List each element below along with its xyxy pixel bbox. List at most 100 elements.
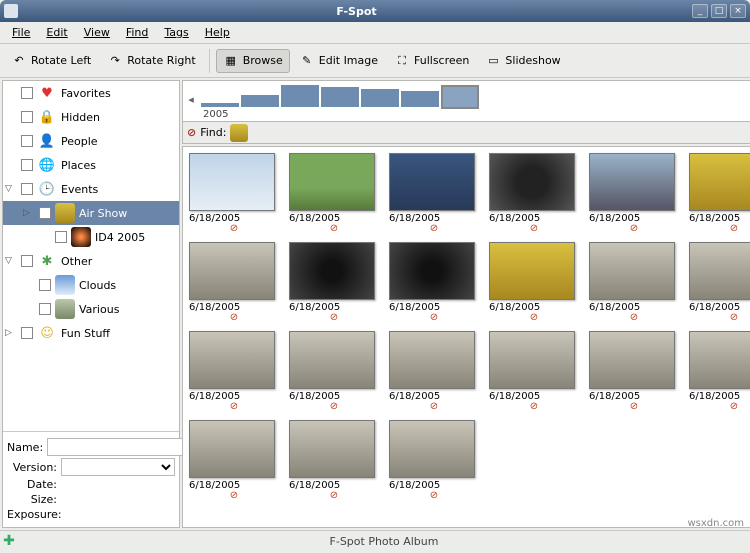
thumbnail[interactable]: 6/18/2005⊘ (189, 153, 279, 234)
thumbnail-image[interactable] (589, 153, 675, 211)
tag-checkbox[interactable] (39, 279, 51, 291)
thumbnail-image[interactable] (289, 420, 375, 478)
menu-file[interactable]: File (4, 24, 38, 41)
thumbnail-image[interactable] (389, 331, 475, 389)
timeline-bar[interactable] (281, 85, 319, 107)
thumbnail-image[interactable] (189, 331, 275, 389)
thumbnail[interactable]: 6/18/2005⊘ (489, 242, 579, 323)
thumbnail-image[interactable] (189, 242, 275, 300)
edit-image-button[interactable]: ✎ Edit Image (292, 49, 385, 73)
thumbnail[interactable]: 6/18/2005⊘ (589, 242, 679, 323)
tag-row-places[interactable]: 🌐Places (3, 153, 179, 177)
thumbnail-image[interactable] (389, 153, 475, 211)
thumbnail[interactable]: 6/18/2005⊘ (489, 331, 579, 412)
menu-help[interactable]: Help (197, 24, 238, 41)
thumbnail[interactable]: 6/18/2005⊘ (489, 153, 579, 234)
timeline-bar[interactable] (441, 85, 479, 109)
tag-row-clouds[interactable]: Clouds (3, 273, 179, 297)
thumbnail[interactable]: 6/18/2005⊘ (389, 242, 479, 323)
thumbnail-image[interactable] (689, 153, 750, 211)
tag-checkbox[interactable]: ✔ (39, 207, 51, 219)
thumbnail-image[interactable] (389, 242, 475, 300)
tag-checkbox[interactable] (21, 327, 33, 339)
timeline-bar[interactable] (361, 89, 399, 107)
thumbnail[interactable]: 6/18/2005⊘ (589, 331, 679, 412)
thumbnail-image[interactable] (589, 331, 675, 389)
expander-icon[interactable]: ▽ (5, 184, 17, 194)
version-select[interactable] (61, 458, 175, 476)
thumbnail-image[interactable] (189, 153, 275, 211)
tag-row-id4-2005[interactable]: ID4 2005 (3, 225, 179, 249)
clear-find-icon[interactable]: ⊘ (187, 126, 196, 139)
tag-row-air-show[interactable]: ▷✔Air Show (3, 201, 179, 225)
tag-row-hidden[interactable]: 🔒Hidden (3, 105, 179, 129)
thumbnail-image[interactable] (489, 331, 575, 389)
tag-checkbox[interactable] (55, 231, 67, 243)
thumbnail-image[interactable] (389, 420, 475, 478)
tag-tree[interactable]: ♥Favorites🔒Hidden👤People🌐Places▽🕒Events ▷… (3, 81, 179, 431)
timeline-prev-button[interactable]: ◂ (185, 93, 197, 109)
timeline-bar[interactable] (401, 91, 439, 107)
thumbnail[interactable]: 6/18/2005⊘ (689, 242, 750, 323)
expander-icon[interactable]: ▷ (5, 328, 17, 338)
tag-row-events[interactable]: ▽🕒Events (3, 177, 179, 201)
thumbnail-image[interactable] (589, 242, 675, 300)
menu-view[interactable]: View (76, 24, 118, 41)
timeline-bars[interactable] (201, 85, 750, 107)
tag-checkbox[interactable] (21, 135, 33, 147)
fullscreen-button[interactable]: ⛶ Fullscreen (387, 49, 476, 73)
thumbnail-image[interactable] (489, 153, 575, 211)
name-field[interactable] (47, 438, 191, 456)
thumbnail-image[interactable] (689, 331, 750, 389)
add-button[interactable]: ✚ (0, 533, 18, 549)
thumbnail[interactable]: 6/18/2005⊘ (389, 331, 479, 412)
thumbnail[interactable]: 6/18/2005⊘ (189, 331, 279, 412)
slideshow-button[interactable]: ▭ Slideshow (478, 49, 567, 73)
timeline-bar[interactable] (321, 87, 359, 107)
thumbnail[interactable]: 6/18/2005⊘ (289, 420, 379, 501)
thumbnail[interactable]: 6/18/2005⊘ (289, 242, 379, 323)
tag-checkbox[interactable] (21, 87, 33, 99)
thumbnail-grid[interactable]: 6/18/2005⊘6/18/2005⊘6/18/2005⊘6/18/2005⊘… (182, 146, 750, 528)
browse-button[interactable]: ▦ Browse (216, 49, 290, 73)
close-button[interactable]: × (730, 4, 746, 18)
thumbnail[interactable]: 6/18/2005⊘ (189, 420, 279, 501)
timeline-bar[interactable] (241, 95, 279, 107)
thumbnail-image[interactable] (489, 242, 575, 300)
expander-icon[interactable]: ▷ (23, 208, 35, 218)
menu-edit[interactable]: Edit (38, 24, 75, 41)
thumbnail[interactable]: 6/18/2005⊘ (289, 331, 379, 412)
tag-row-people[interactable]: 👤People (3, 129, 179, 153)
timeline[interactable]: ◂ ▸ 2005 (182, 80, 750, 122)
thumbnail[interactable]: 6/18/2005⊘ (189, 242, 279, 323)
thumbnail[interactable]: 6/18/2005⊘ (389, 153, 479, 234)
thumbnail[interactable]: 6/18/2005⊘ (689, 331, 750, 412)
tag-row-various[interactable]: Various (3, 297, 179, 321)
tag-checkbox[interactable] (21, 159, 33, 171)
thumbnail[interactable]: 6/18/2005⊘ (589, 153, 679, 234)
tag-row-other[interactable]: ▽✱Other (3, 249, 179, 273)
tag-row-favorites[interactable]: ♥Favorites (3, 81, 179, 105)
thumbnail-image[interactable] (289, 242, 375, 300)
maximize-button[interactable]: □ (711, 4, 727, 18)
thumbnail[interactable]: 6/18/2005⊘ (389, 420, 479, 501)
find-tag-icon[interactable] (230, 124, 248, 142)
timeline-bar[interactable] (201, 103, 239, 107)
rotate-left-button[interactable]: ↶ Rotate Left (4, 49, 98, 73)
tag-row-fun-stuff[interactable]: ▷☺Fun Stuff (3, 321, 179, 345)
tag-checkbox[interactable] (21, 111, 33, 123)
tag-checkbox[interactable] (21, 255, 33, 267)
thumbnail-image[interactable] (689, 242, 750, 300)
thumbnail[interactable]: 6/18/2005⊘ (689, 153, 750, 234)
tag-checkbox[interactable] (21, 183, 33, 195)
thumbnail-image[interactable] (289, 153, 375, 211)
thumbnail-image[interactable] (189, 420, 275, 478)
tag-checkbox[interactable] (39, 303, 51, 315)
minimize-button[interactable]: _ (692, 4, 708, 18)
expander-icon[interactable]: ▽ (5, 256, 17, 266)
thumbnail[interactable]: 6/18/2005⊘ (289, 153, 379, 234)
menu-tags[interactable]: Tags (156, 24, 196, 41)
thumbnail-image[interactable] (289, 331, 375, 389)
menu-find[interactable]: Find (118, 24, 157, 41)
rotate-right-button[interactable]: ↷ Rotate Right (100, 49, 202, 73)
